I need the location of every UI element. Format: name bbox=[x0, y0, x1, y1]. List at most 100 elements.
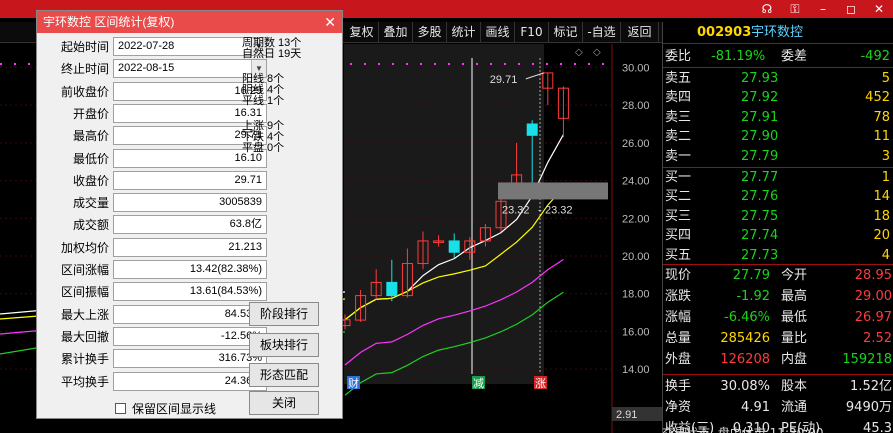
quote-value: 30.08% bbox=[720, 379, 770, 394]
interval-stats-dialog: 宇环数控 区间统计(复权) ✕ 起始时间 2022-07-28 ▼ 终止时间 2022-… bbox=[36, 10, 343, 419]
y-tick-label: 28.00 bbox=[622, 100, 650, 112]
order-volume: 11 bbox=[873, 129, 890, 145]
field-value-text: 13.61(84.53%) bbox=[189, 285, 262, 297]
weibi-value: -81.19% bbox=[711, 49, 766, 64]
quote-label: 总量 bbox=[665, 331, 692, 346]
quote-label: 量比 bbox=[781, 331, 808, 346]
field-value-text: 21.213 bbox=[228, 241, 262, 253]
sell-order-row: 卖一 27.79 3 bbox=[663, 147, 893, 166]
quote-label: 今开 bbox=[781, 268, 808, 283]
order-price: 27.90 bbox=[741, 129, 779, 145]
close-button[interactable]: 关闭 bbox=[249, 391, 319, 415]
field-value: 316.73% bbox=[113, 349, 267, 368]
quote-value: 27.79 bbox=[732, 268, 770, 283]
y-tick-label: 24.00 bbox=[622, 176, 650, 188]
quote-label: 最高 bbox=[781, 289, 808, 304]
pattern-match-button[interactable]: 形态匹配 bbox=[249, 363, 319, 387]
quote-label: 股本 bbox=[781, 379, 808, 394]
order-price: 27.77 bbox=[741, 170, 779, 185]
headset-icon[interactable]: ☊ bbox=[753, 0, 781, 18]
quote-row: 涨跌 -1.92 最高 29.00 bbox=[663, 287, 893, 306]
field-label: 开盘价 bbox=[72, 107, 109, 121]
quote-value: 1.52亿 bbox=[850, 379, 892, 394]
sell-order-row: 卖三 27.91 78 bbox=[663, 108, 893, 127]
quote-value: -1.92 bbox=[736, 289, 770, 304]
field-value-text: 2022-08-15 bbox=[118, 62, 175, 74]
order-price: 27.75 bbox=[741, 208, 779, 224]
field-label: 最大回撤 bbox=[60, 330, 109, 344]
field-value: -12.56% bbox=[113, 327, 267, 346]
order-level-label: 卖四 bbox=[665, 90, 692, 106]
close-icon[interactable]: ✕ bbox=[865, 0, 893, 18]
buy-order-row: 买四 27.74 20 bbox=[663, 226, 893, 245]
y-tick-label: 14.00 bbox=[622, 364, 650, 376]
field-value-text: 63.8亿 bbox=[229, 218, 262, 230]
field-value: 29.71 bbox=[113, 171, 267, 190]
diamond-icon: ◇ bbox=[575, 47, 583, 58]
divider bbox=[663, 264, 893, 265]
sector-rank-button[interactable]: 板块排行 bbox=[249, 333, 319, 357]
sell-order-row: 卖四 27.92 452 bbox=[663, 88, 893, 107]
quote-label: 外盘 bbox=[665, 352, 692, 367]
order-price: 27.79 bbox=[741, 148, 779, 164]
quote-row: 涨幅 -6.46% 最低 26.97 bbox=[663, 308, 893, 327]
order-level-label: 买三 bbox=[665, 208, 692, 224]
order-volume: 78 bbox=[873, 109, 890, 125]
field-value-text: 3005839 bbox=[219, 196, 262, 208]
lock-icon[interactable]: ⚿ bbox=[781, 0, 809, 18]
minimize-icon[interactable]: – bbox=[809, 0, 837, 18]
quote-label: 最低 bbox=[781, 310, 808, 325]
field-label: 区间涨幅 bbox=[60, 263, 109, 277]
field-value: 21.213 bbox=[113, 238, 267, 257]
quote-label: 换手 bbox=[665, 379, 692, 394]
quote-value: 29.00 bbox=[854, 289, 892, 304]
back-button[interactable]: 返回 bbox=[621, 22, 659, 42]
annotation-separator: - bbox=[538, 204, 542, 216]
buy-order-row: 买二 27.76 14 bbox=[663, 187, 893, 206]
field-label: 最高价 bbox=[72, 129, 109, 143]
weicha-label: 委差 bbox=[781, 49, 808, 64]
close-icon[interactable]: ✕ bbox=[324, 13, 336, 31]
divider bbox=[663, 67, 893, 68]
field-value: 63.8亿 bbox=[113, 215, 267, 234]
y-tick-label: 20.00 bbox=[622, 251, 650, 263]
buy-order-row: 买三 27.75 18 bbox=[663, 207, 893, 226]
field-value-text: 16.31 bbox=[234, 107, 262, 119]
quote-row: 外盘 126208 内盘 159218 bbox=[663, 350, 893, 369]
order-level-label: 买一 bbox=[665, 170, 692, 185]
remove-watchlist-button[interactable]: -自选 bbox=[583, 22, 621, 42]
field-value-text: 29.71 bbox=[234, 174, 262, 186]
quote-value: 285426 bbox=[720, 331, 770, 346]
keep-interval-lines-checkbox[interactable]: 保留区间显示线 bbox=[115, 402, 216, 416]
quote-value: 4.91 bbox=[741, 400, 770, 415]
stage-rank-button[interactable]: 阶段排行 bbox=[249, 302, 319, 326]
trade-status: 交易状态: 盘中休市 11:30:00 bbox=[662, 426, 824, 433]
sell-order-row: 卖五 27.93 5 bbox=[663, 69, 893, 88]
multi-stock-button[interactable]: 多股 bbox=[413, 22, 447, 42]
natural-days: 自然日 19天 bbox=[242, 48, 302, 60]
overlay-button[interactable]: 叠加 bbox=[379, 22, 413, 42]
f10-button[interactable]: F10 bbox=[515, 22, 549, 42]
checkbox-box[interactable] bbox=[115, 403, 126, 414]
y-tick-label: 22.00 bbox=[622, 213, 650, 225]
field-label: 加权均价 bbox=[60, 241, 109, 255]
fuquan-button[interactable]: 复权 bbox=[345, 22, 379, 42]
restore-icon[interactable]: ◻ bbox=[837, 0, 865, 18]
field-value: 13.61(84.53%) bbox=[113, 282, 267, 301]
order-price: 27.73 bbox=[741, 247, 779, 263]
quote-value: 28.95 bbox=[854, 268, 892, 283]
order-volume: 14 bbox=[873, 189, 890, 205]
quote-label: 现价 bbox=[665, 268, 692, 283]
order-volume: 20 bbox=[873, 228, 890, 244]
statistics-button[interactable]: 统计 bbox=[447, 22, 481, 42]
order-level-label: 买二 bbox=[665, 189, 692, 205]
order-level-label: 卖二 bbox=[665, 129, 692, 145]
mark-button[interactable]: 标记 bbox=[549, 22, 583, 42]
quote-value: -6.46% bbox=[724, 310, 770, 325]
y-axis-ticks: 30.00 28.00 26.00 24.00 22.00 20.00 18.00 16.00… bbox=[622, 62, 650, 376]
value-readout: 2.91 bbox=[616, 409, 637, 421]
draw-line-button[interactable]: 画线 bbox=[481, 22, 515, 42]
divider bbox=[663, 374, 893, 375]
order-price: 27.91 bbox=[741, 109, 779, 125]
stock-name: 宇环数控 bbox=[751, 25, 804, 40]
